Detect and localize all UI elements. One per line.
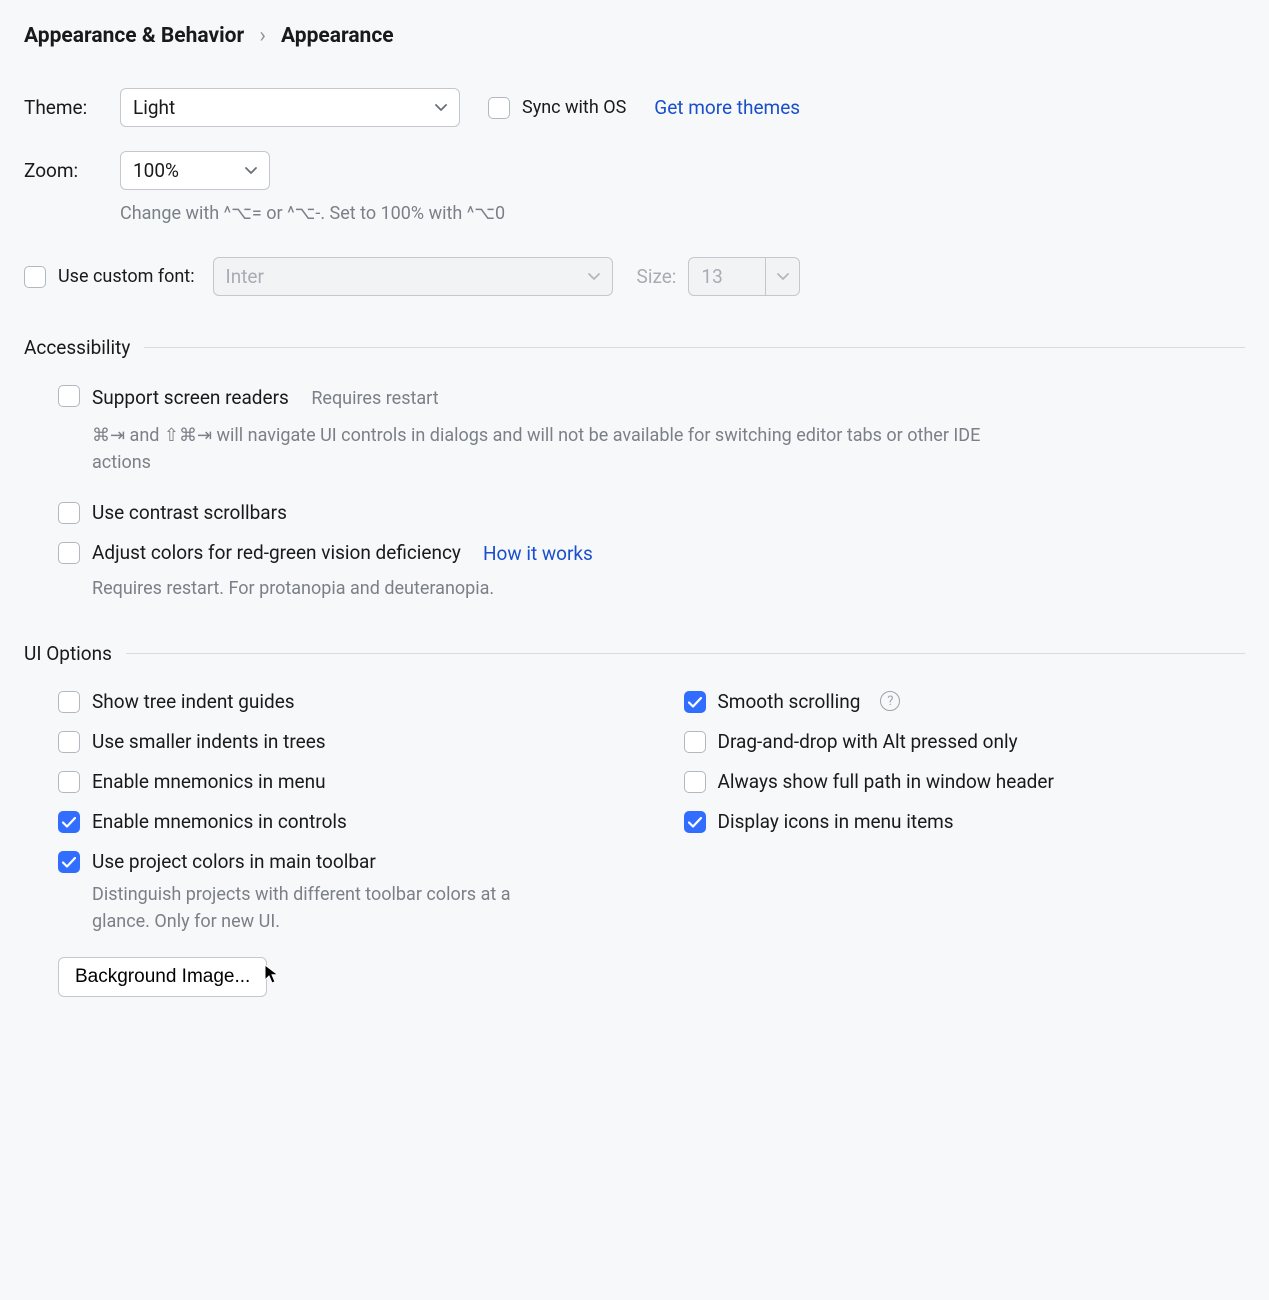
contrast-scrollbars-checkbox[interactable] [58,502,80,524]
get-more-themes-link[interactable]: Get more themes [654,96,800,119]
ui-options-right-column: Smooth scrolling ? Drag-and-drop with Al… [650,691,1246,997]
mnemonics-controls-checkbox[interactable] [58,811,80,833]
breadcrumb-level1[interactable]: Appearance & Behavior [24,24,244,48]
section-divider [126,653,1245,654]
drag-drop-alt-checkbox[interactable] [684,731,706,753]
ui-options-title: UI Options [24,642,112,665]
project-colors-label: Use project colors in main toolbar [92,851,376,873]
use-custom-font-checkbox[interactable] [24,266,46,288]
accessibility-title: Accessibility [24,336,130,359]
zoom-hint: Change with ^⌥= or ^⌥-. Set to 100% with… [120,200,1245,227]
mnemonics-controls-label: Enable mnemonics in controls [92,811,347,833]
chevron-down-icon [435,101,447,115]
drag-drop-alt-label: Drag-and-drop with Alt pressed only [718,731,1018,753]
smaller-indents-checkbox[interactable] [58,731,80,753]
contrast-scrollbars-label: Use contrast scrollbars [92,502,287,524]
mnemonics-menu-label: Enable mnemonics in menu [92,771,326,793]
ui-options-left-column: Show tree indent guides Use smaller inde… [24,691,620,997]
tree-indent-guides-label: Show tree indent guides [92,691,295,713]
display-icons-menu-row: Display icons in menu items [684,811,1246,833]
font-size-value: 13 [701,265,722,288]
breadcrumb: Appearance & Behavior › Appearance [24,24,1245,48]
theme-label: Theme: [24,96,104,119]
project-colors-checkbox[interactable] [58,851,80,873]
chevron-down-icon [245,164,257,178]
display-icons-menu-checkbox[interactable] [684,811,706,833]
tree-indent-guides-checkbox[interactable] [58,691,80,713]
smooth-scrolling-row: Smooth scrolling ? [684,691,1246,713]
support-screen-readers-label: Support screen readers [92,386,289,409]
mnemonics-menu-row: Enable mnemonics in menu [58,771,620,793]
zoom-dropdown[interactable]: 100% [120,151,270,190]
display-icons-menu-label: Display icons in menu items [718,811,954,833]
screen-readers-row: Support screen readers Requires restart [58,385,1245,412]
color-deficiency-checkbox[interactable] [58,542,80,564]
use-custom-font-label: Use custom font: [58,266,195,287]
chevron-down-icon [777,270,789,284]
sync-with-os-label: Sync with OS [522,97,626,118]
font-size-stepper: 13 [688,257,800,296]
screen-readers-desc: ⌘⇥ and ⇧⌘⇥ will navigate UI controls in … [92,422,1032,476]
color-deficiency-desc: Requires restart. For protanopia and deu… [92,575,1245,602]
how-it-works-link[interactable]: How it works [483,542,593,565]
support-screen-readers-checkbox[interactable] [58,385,80,407]
zoom-row: Zoom: 100% [24,151,1245,190]
color-deficiency-label: Adjust colors for red-green vision defic… [92,542,461,564]
color-deficiency-row: Adjust colors for red-green vision defic… [58,542,1245,565]
mnemonics-controls-row: Enable mnemonics in controls [58,811,620,833]
custom-font-row: Use custom font: Inter Size: 13 [24,257,1245,296]
full-path-header-label: Always show full path in window header [718,771,1054,793]
chevron-down-icon [588,270,600,284]
theme-value: Light [133,96,175,119]
smooth-scrolling-label: Smooth scrolling [718,691,861,713]
background-image-button[interactable]: Background Image... [58,957,267,997]
breadcrumb-level2: Appearance [281,24,394,48]
theme-dropdown[interactable]: Light [120,88,460,127]
help-icon[interactable]: ? [880,691,900,711]
font-family-value: Inter [226,265,264,288]
cursor-icon [263,963,281,990]
mnemonics-menu-checkbox[interactable] [58,771,80,793]
font-size-label: Size: [637,265,677,288]
smaller-indents-label: Use smaller indents in trees [92,731,326,753]
zoom-value: 100% [133,159,179,182]
full-path-header-row: Always show full path in window header [684,771,1246,793]
font-family-dropdown: Inter [213,257,613,296]
accessibility-section-header: Accessibility [24,336,1245,359]
zoom-label: Zoom: [24,159,104,182]
contrast-scrollbars-row: Use contrast scrollbars [58,502,1245,524]
tree-indent-guides-row: Show tree indent guides [58,691,620,713]
full-path-header-checkbox[interactable] [684,771,706,793]
ui-options-section-header: UI Options [24,642,1245,665]
requires-restart-note: Requires restart [311,388,438,409]
smooth-scrolling-checkbox[interactable] [684,691,706,713]
breadcrumb-separator: › [259,24,265,48]
project-colors-desc: Distinguish projects with different tool… [92,881,512,935]
sync-with-os-checkbox[interactable] [488,97,510,119]
theme-row: Theme: Light Sync with OS Get more theme… [24,88,1245,127]
section-divider [144,347,1245,348]
project-colors-row: Use project colors in main toolbar [58,851,620,873]
smaller-indents-row: Use smaller indents in trees [58,731,620,753]
drag-drop-alt-row: Drag-and-drop with Alt pressed only [684,731,1246,753]
